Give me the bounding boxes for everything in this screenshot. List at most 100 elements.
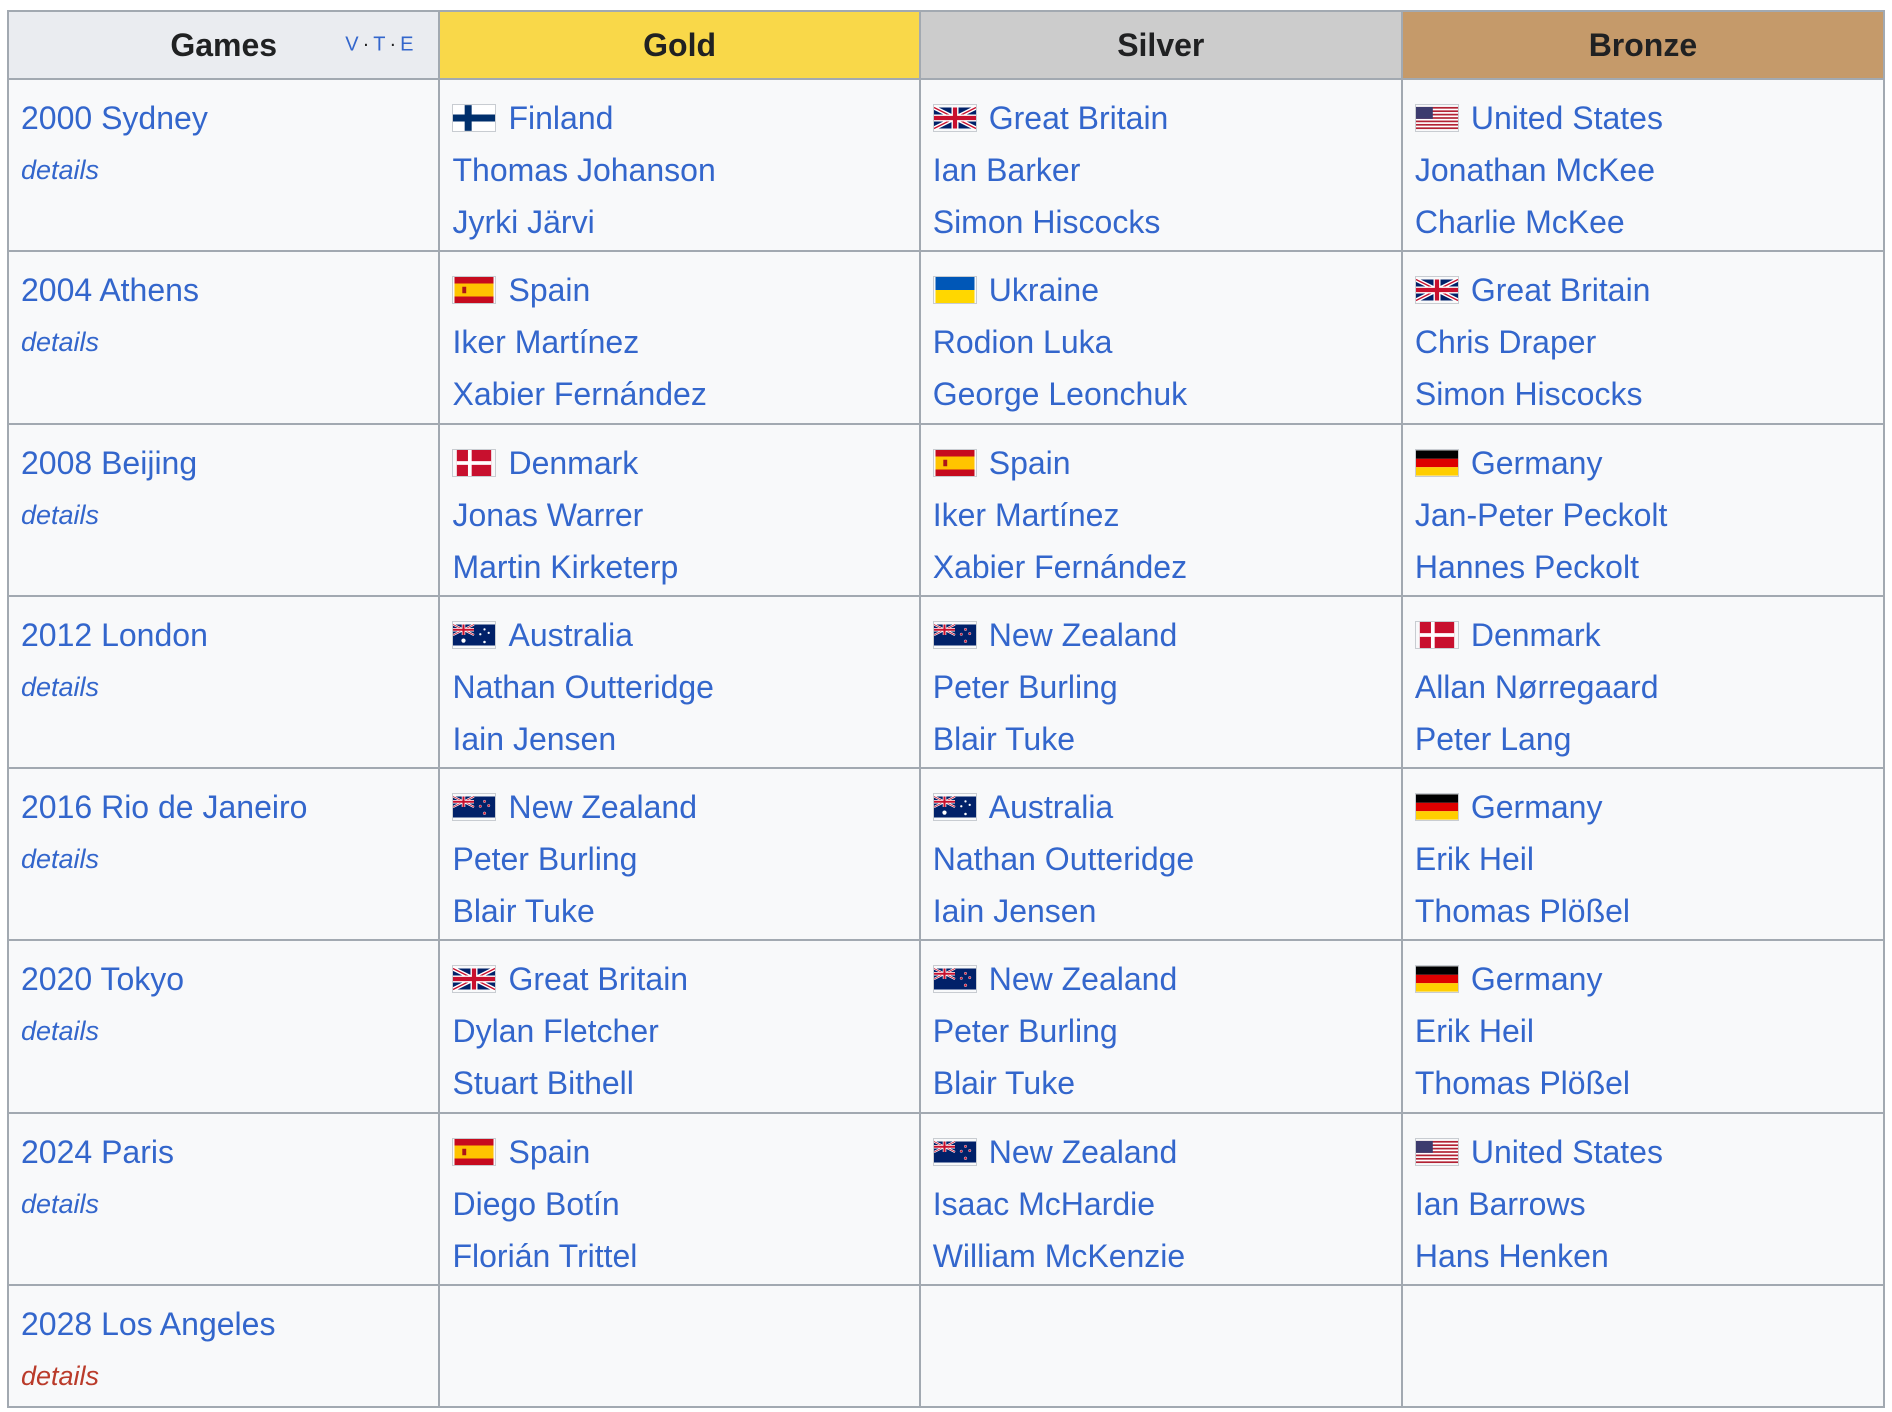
gold-country[interactable]: Great Britain — [452, 953, 906, 1005]
athlete-link[interactable]: Hannes Peckolt — [1415, 541, 1871, 593]
athlete-link[interactable]: Nathan Outteridge — [452, 661, 906, 713]
athlete-link[interactable]: Jonathan McKee — [1415, 144, 1871, 196]
country-link[interactable]: New Zealand — [989, 1134, 1178, 1170]
athlete-link[interactable]: Florián Trittel — [452, 1230, 906, 1282]
athlete-link[interactable]: Xabier Fernández — [452, 368, 906, 420]
view-template-link[interactable]: V — [345, 34, 359, 56]
details-link[interactable]: details — [21, 1178, 426, 1230]
details-link[interactable]: details — [21, 489, 426, 541]
athlete-link[interactable]: Charlie McKee — [1415, 196, 1871, 248]
country-link[interactable]: Germany — [1471, 445, 1603, 481]
athlete-link[interactable]: Stuart Bithell — [452, 1057, 906, 1109]
games-link[interactable]: 2020 Tokyo — [21, 953, 426, 1005]
athlete-link[interactable]: Simon Hiscocks — [933, 196, 1389, 248]
athlete-link[interactable]: Martin Kirketerp — [452, 541, 906, 593]
silver-country[interactable]: Spain — [932, 437, 1389, 489]
athlete-link[interactable]: Nathan Outteridge — [933, 833, 1389, 885]
athlete-link[interactable]: Iain Jensen — [933, 885, 1389, 937]
games-link[interactable]: 2012 London — [21, 609, 426, 661]
silver-country[interactable]: New Zealand — [932, 953, 1389, 1005]
athlete-link[interactable]: Hans Henken — [1415, 1230, 1871, 1282]
athlete-link[interactable]: Xabier Fernández — [933, 541, 1389, 593]
silver-country[interactable]: Great Britain — [932, 92, 1389, 144]
games-link[interactable]: 2024 Paris — [21, 1126, 426, 1178]
country-link[interactable]: Ukraine — [989, 272, 1099, 308]
country-link[interactable]: New Zealand — [989, 961, 1178, 997]
country-link[interactable]: Germany — [1471, 961, 1603, 997]
details-link[interactable]: details — [21, 1005, 426, 1057]
gold-country[interactable]: Denmark — [452, 437, 906, 489]
athlete-link[interactable]: Peter Burling — [452, 833, 906, 885]
athlete-link[interactable]: Rodion Luka — [933, 316, 1389, 368]
athlete-link[interactable]: Dylan Fletcher — [452, 1005, 906, 1057]
country-link[interactable]: New Zealand — [508, 789, 697, 825]
athlete-link[interactable]: Iker Martínez — [933, 489, 1389, 541]
country-link[interactable]: Spain — [989, 445, 1071, 481]
athlete-link[interactable]: Erik Heil — [1415, 1005, 1871, 1057]
country-link[interactable]: Germany — [1471, 789, 1603, 825]
athlete-link[interactable]: Thomas Plößel — [1415, 1057, 1871, 1109]
athlete-link[interactable]: Allan Nørregaard — [1415, 661, 1871, 713]
country-link[interactable]: Australia — [508, 617, 633, 653]
athlete-link[interactable]: William McKenzie — [933, 1230, 1389, 1282]
country-link[interactable]: Finland — [508, 100, 613, 136]
silver-country[interactable]: New Zealand — [932, 1126, 1389, 1178]
details-link[interactable]: details — [21, 1350, 426, 1402]
athlete-link[interactable]: Erik Heil — [1415, 833, 1871, 885]
bronze-country[interactable]: Denmark — [1414, 609, 1871, 661]
country-link[interactable]: Denmark — [1471, 617, 1601, 653]
games-link[interactable]: 2000 Sydney — [21, 92, 426, 144]
athlete-link[interactable]: Iain Jensen — [452, 713, 906, 765]
country-link[interactable]: Denmark — [508, 445, 638, 481]
athlete-link[interactable]: Jonas Warrer — [452, 489, 906, 541]
athlete-link[interactable]: Thomas Johanson — [452, 144, 906, 196]
gold-country[interactable]: Spain — [452, 264, 906, 316]
country-link[interactable]: Great Britain — [989, 100, 1169, 136]
athlete-link[interactable]: Blair Tuke — [452, 885, 906, 937]
athlete-link[interactable]: Chris Draper — [1415, 316, 1871, 368]
athlete-link[interactable]: Isaac McHardie — [933, 1178, 1389, 1230]
details-link[interactable]: details — [21, 833, 426, 885]
country-link[interactable]: Australia — [989, 789, 1114, 825]
athlete-link[interactable]: Blair Tuke — [933, 1057, 1389, 1109]
bronze-country[interactable]: United States — [1414, 1126, 1871, 1178]
athlete-link[interactable]: Iker Martínez — [452, 316, 906, 368]
details-link[interactable]: details — [21, 144, 426, 196]
athlete-link[interactable]: Diego Botín — [452, 1178, 906, 1230]
games-link[interactable]: 2004 Athens — [21, 264, 426, 316]
athlete-link[interactable]: George Leonchuk — [933, 368, 1389, 420]
bronze-country[interactable]: Great Britain — [1414, 264, 1871, 316]
games-link[interactable]: 2028 Los Angeles — [21, 1298, 426, 1350]
gold-country[interactable]: Finland — [452, 92, 906, 144]
athlete-link[interactable]: Peter Burling — [933, 1005, 1389, 1057]
gold-country[interactable]: New Zealand — [452, 781, 906, 833]
bronze-country[interactable]: Germany — [1414, 953, 1871, 1005]
athlete-link[interactable]: Simon Hiscocks — [1415, 368, 1871, 420]
silver-country[interactable]: Ukraine — [932, 264, 1389, 316]
edit-template-link[interactable]: E — [400, 34, 414, 56]
country-link[interactable]: United States — [1471, 100, 1663, 136]
athlete-link[interactable]: Blair Tuke — [933, 713, 1389, 765]
athlete-link[interactable]: Jyrki Järvi — [452, 196, 906, 248]
country-link[interactable]: Spain — [508, 1134, 590, 1170]
talk-template-link[interactable]: T — [373, 34, 386, 56]
athlete-link[interactable]: Ian Barker — [933, 144, 1389, 196]
gold-country[interactable]: Spain — [452, 1126, 906, 1178]
athlete-link[interactable]: Ian Barrows — [1415, 1178, 1871, 1230]
games-link[interactable]: 2016 Rio de Janeiro — [21, 781, 426, 833]
details-link[interactable]: details — [21, 316, 426, 368]
silver-country[interactable]: New Zealand — [932, 609, 1389, 661]
country-link[interactable]: United States — [1471, 1134, 1663, 1170]
athlete-link[interactable]: Peter Lang — [1415, 713, 1871, 765]
bronze-country[interactable]: United States — [1414, 92, 1871, 144]
silver-country[interactable]: Australia — [932, 781, 1389, 833]
bronze-country[interactable]: Germany — [1414, 437, 1871, 489]
country-link[interactable]: Spain — [508, 272, 590, 308]
gold-country[interactable]: Australia — [452, 609, 906, 661]
details-link[interactable]: details — [21, 661, 426, 713]
athlete-link[interactable]: Peter Burling — [933, 661, 1389, 713]
athlete-link[interactable]: Thomas Plößel — [1415, 885, 1871, 937]
athlete-link[interactable]: Jan-Peter Peckolt — [1415, 489, 1871, 541]
country-link[interactable]: Great Britain — [1471, 272, 1651, 308]
country-link[interactable]: Great Britain — [508, 961, 688, 997]
